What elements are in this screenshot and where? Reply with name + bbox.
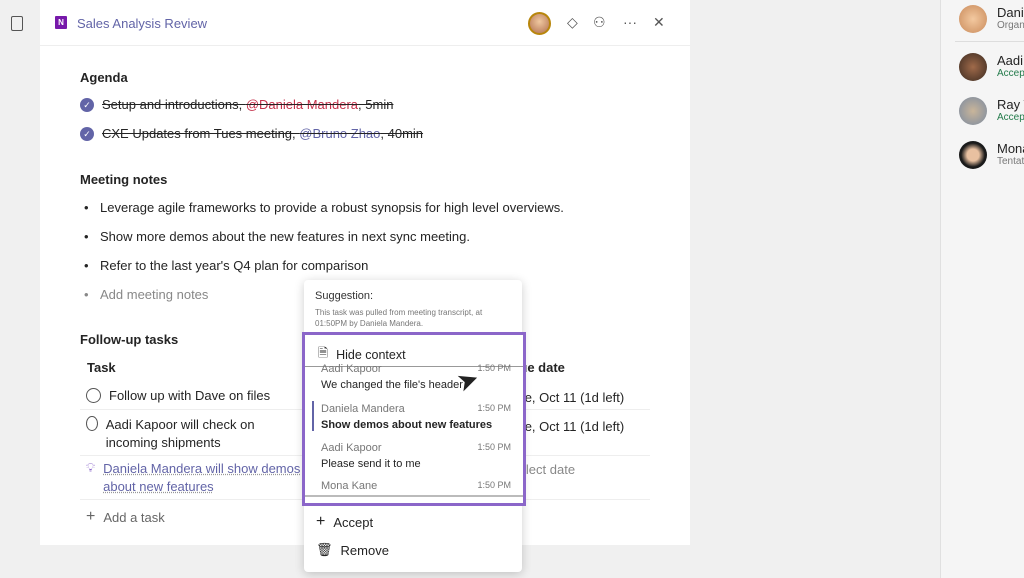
message-text: Show demos about new features (321, 419, 493, 431)
lightbulb-icon: 💡︎ (86, 460, 96, 475)
time: 1:50 PM (477, 480, 511, 490)
remove-button[interactable]: 🗑︎ Remove (316, 542, 389, 558)
speaker: Aadi Kapoor (321, 442, 382, 454)
hide-context-label: Hide context (336, 347, 406, 362)
transcript-message: Daniela Mandera 1:50 PM Show demos about n… (321, 403, 517, 431)
transcript-message: Aadi Kapoor 1:50 PM Please send it to me (321, 442, 517, 470)
participant-status: Tentative (997, 156, 1024, 167)
note-item[interactable]: Refer to the last year's Q4 plan for com… (84, 258, 368, 273)
avatar (959, 97, 987, 125)
participant[interactable]: Ray TAccepted (959, 97, 1024, 125)
participant-name: Aadi (997, 53, 1024, 68)
transcript-message: Mona Kane 1:50 PM (321, 480, 517, 492)
agenda-item: ✓ CXE Updates from Tues meeting, @Bruno Z… (80, 126, 423, 141)
task-text[interactable]: Aadi Kapoor will check on incoming shipm… (106, 416, 306, 452)
people-icon[interactable]: ⚇ (593, 14, 606, 31)
check-icon[interactable]: ✓ (80, 126, 94, 141)
participant-name: Mona (997, 141, 1024, 156)
time: 1:50 PM (477, 363, 511, 373)
tasks-heading: Follow-up tasks (80, 332, 179, 347)
notes-heading: Meeting notes (80, 172, 168, 187)
participant[interactable]: MonaTentative (959, 141, 1024, 169)
task-checkbox[interactable] (86, 388, 101, 403)
left-rail (0, 0, 40, 578)
participant-status: Accepted (997, 68, 1024, 79)
task-checkbox[interactable] (86, 416, 98, 431)
task-row: Aadi Kapoor will check on incoming shipm… (86, 416, 306, 452)
task-text[interactable]: Daniela Mandera will show demos about ne… (103, 460, 306, 496)
speaker: Daniela Mandera (321, 403, 405, 415)
close-icon[interactable]: ✕ (653, 14, 665, 31)
task-row: Follow up with Dave on files (86, 388, 270, 403)
page-title: Sales Analysis Review (77, 16, 208, 31)
task-row: 💡︎ Daniela Mandera will show demos about … (86, 460, 306, 496)
mention[interactable]: @Daniela Mandera (246, 97, 358, 112)
message-text: Please send it to me (321, 458, 421, 470)
avatar (959, 141, 987, 169)
speaker: Aadi Kapoor (321, 363, 382, 375)
note-item[interactable]: Leverage agile frameworks to provide a r… (84, 200, 564, 215)
mention[interactable]: @Bruno Zhao (299, 126, 380, 141)
more-icon[interactable]: ··· (623, 14, 637, 30)
document-icon: 🗎︎ (318, 346, 329, 360)
agenda-item: ✓ Setup and introductions, @Daniela Mande… (80, 97, 393, 112)
participant[interactable]: AadiAccepted (959, 53, 1024, 81)
participant-name: Ray T (997, 97, 1024, 112)
participant-status: Organizer (997, 20, 1024, 31)
participant-status: Accepted (997, 112, 1024, 123)
avatar (959, 53, 987, 81)
accept-button[interactable]: + Accept (316, 513, 373, 531)
avatar[interactable] (528, 12, 551, 35)
task-text[interactable]: Follow up with Dave on files (109, 388, 270, 403)
participants-panel: DanielaOrganizer AadiAccepted Ray TAccep… (940, 0, 1024, 578)
add-task-label: Add a task (103, 509, 165, 525)
time: 1:50 PM (477, 403, 511, 413)
agenda-text: CXE Updates from Tues meeting, (102, 126, 300, 141)
suggestion-desc: This task was pulled from meeting transc… (315, 308, 483, 328)
agenda-text: Setup and introductions, (102, 97, 246, 112)
speaker: Mona Kane (321, 480, 378, 492)
agenda-duration: , 5min (358, 97, 394, 112)
suggestion-label: Suggestion: (315, 290, 374, 302)
add-note-input[interactable]: Add meeting notes (84, 287, 208, 302)
add-task-button[interactable]: + Add a task (86, 508, 165, 526)
panel-header: N Sales Analysis Review ◇ ⚇ ··· ✕ (40, 0, 690, 46)
check-icon[interactable]: ✓ (80, 97, 94, 112)
message-text: We changed the file's header (321, 379, 463, 391)
note-item[interactable]: Show more demos about the new features i… (84, 229, 470, 244)
active-indicator (312, 401, 314, 431)
participant[interactable]: DanielaOrganizer (959, 5, 1024, 33)
hide-context-button[interactable]: 🗎︎ Hide context (318, 344, 406, 365)
agenda-duration: , 40min (380, 126, 424, 141)
accept-label: Accept (333, 514, 374, 530)
avatar (959, 5, 987, 33)
plus-icon: + (86, 508, 96, 525)
transcript-message: Aadi Kapoor 1:50 PM We changed the file's … (321, 363, 517, 391)
agenda-heading: Agenda (80, 70, 128, 85)
sensitivity-icon[interactable]: ◇ (567, 14, 578, 31)
participant-name: Daniela (997, 5, 1024, 20)
due-date[interactable]: Tue, Oct 11 (1d left) (510, 419, 624, 434)
context-panel: 🗎︎ Hide context Aadi Kapoor 1:50 PM We chan… (302, 332, 526, 506)
notes-icon[interactable] (11, 16, 23, 31)
plus-icon: + (316, 513, 326, 530)
remove-label: Remove (340, 542, 389, 558)
col-task: Task (87, 360, 116, 375)
trash-icon: 🗑︎ (316, 542, 333, 557)
time: 1:50 PM (477, 442, 511, 452)
onenote-icon: N (55, 16, 67, 29)
due-date[interactable]: Tue, Oct 11 (1d left) (510, 390, 624, 405)
